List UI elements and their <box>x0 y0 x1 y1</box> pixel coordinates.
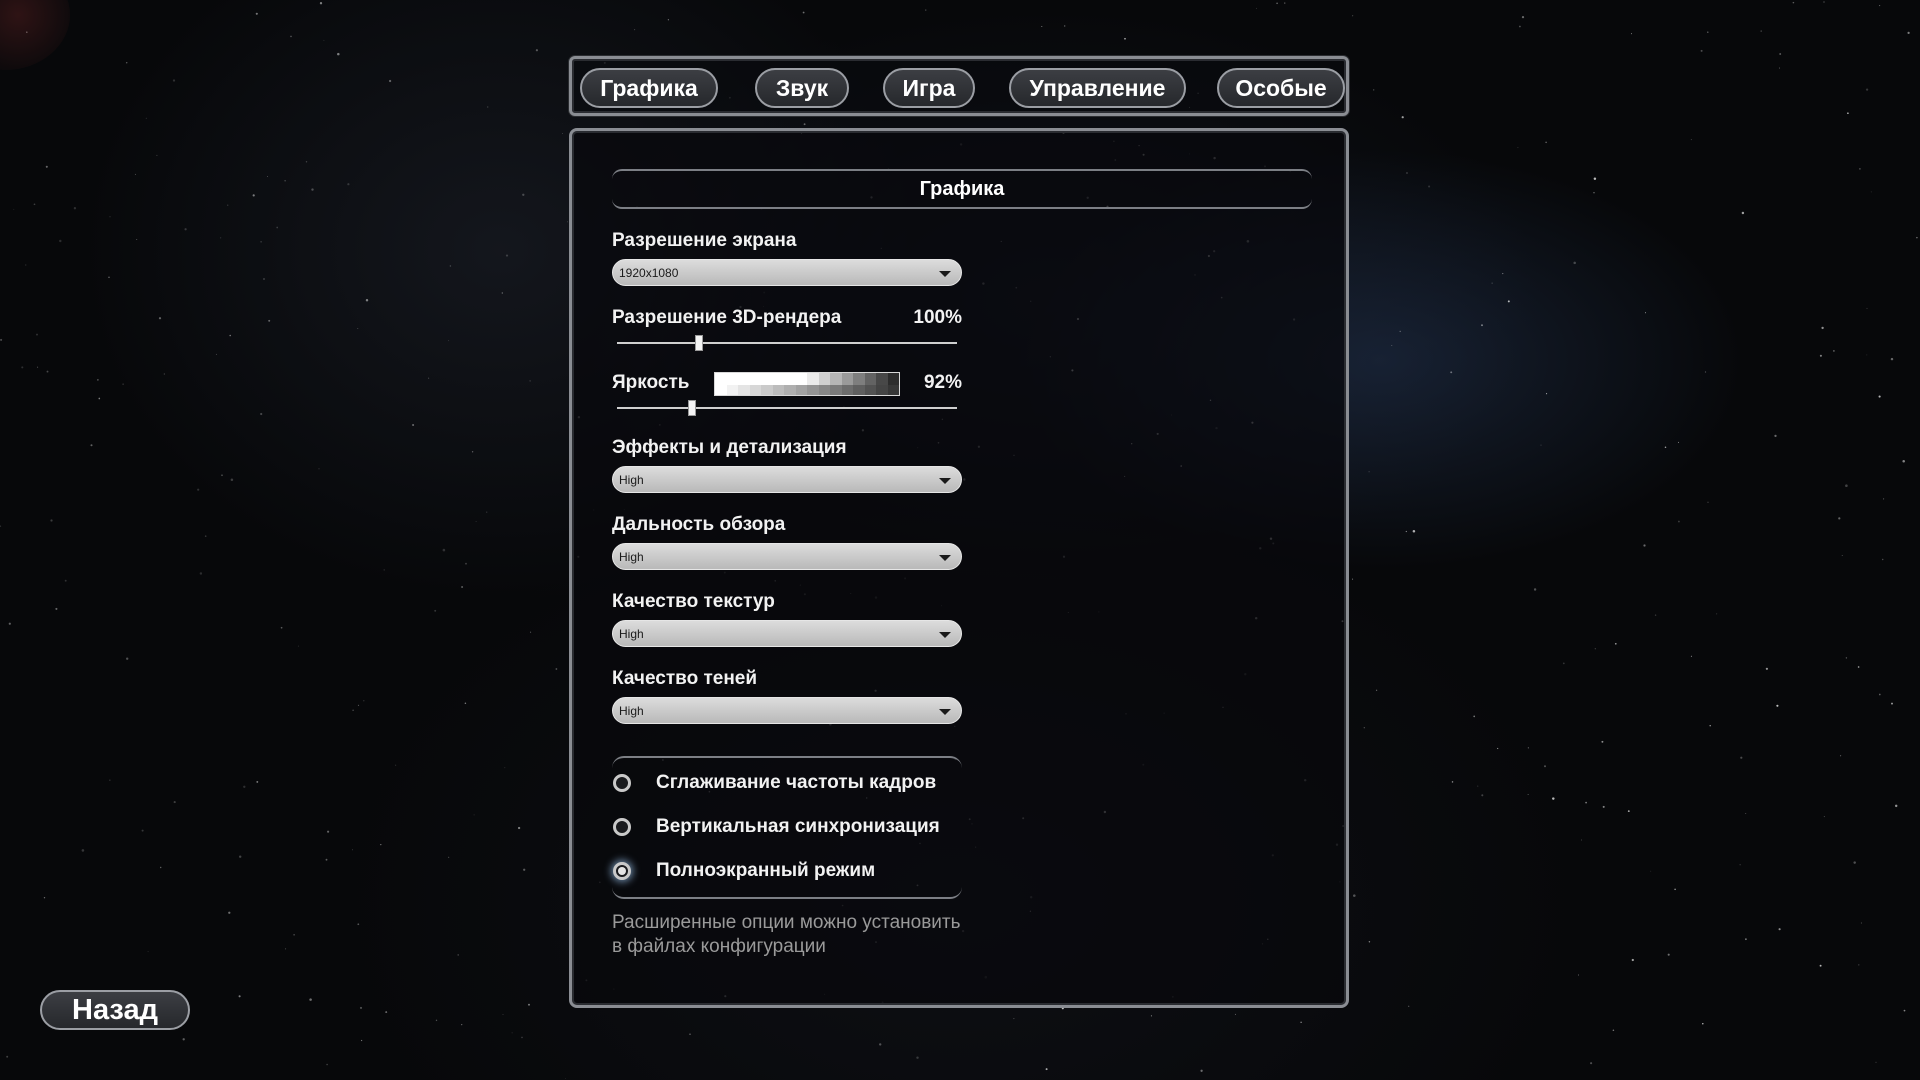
frame-smoothing-toggle[interactable] <box>613 774 631 792</box>
tab-special[interactable]: Особые <box>1217 68 1345 108</box>
slider-track <box>617 407 957 409</box>
screen-resolution-label: Разрешение экрана <box>612 230 797 251</box>
config-note: Расширенные опции можно установить в фай… <box>612 912 961 957</box>
frame-smoothing-label: Сглаживание частоты кадров <box>656 772 937 793</box>
tab-game[interactable]: Игра <box>883 68 975 108</box>
fullscreen-label: Полноэкранный режим <box>656 860 876 881</box>
tab-sound[interactable]: Звук <box>755 68 849 108</box>
vsync-toggle[interactable] <box>613 818 631 836</box>
screen-resolution-dropdown[interactable]: 1920x1080 <box>612 259 962 286</box>
slider-track <box>617 342 957 344</box>
texture-quality-value: High <box>619 626 644 641</box>
slider-handle[interactable] <box>687 400 696 416</box>
frame-smoothing-option[interactable]: Сглаживание частоты кадров <box>612 768 936 798</box>
tab-graphics[interactable]: Графика <box>580 68 718 108</box>
texture-quality-label: Качество текстур <box>612 591 775 612</box>
render-resolution-value: 100% <box>913 307 962 328</box>
effects-label: Эффекты и детализация <box>612 437 847 458</box>
chevron-down-icon <box>939 555 951 561</box>
brightness-value: 92% <box>923 372 962 393</box>
draw-distance-value: High <box>619 549 644 564</box>
brightness-preview <box>714 372 900 396</box>
draw-distance-dropdown[interactable]: High <box>612 543 962 570</box>
effects-dropdown[interactable]: High <box>612 466 962 493</box>
vsync-label: Вертикальная синхронизация <box>656 816 940 837</box>
slider-handle[interactable] <box>694 335 703 351</box>
fullscreen-toggle[interactable] <box>613 862 631 880</box>
screen-resolution-value: 1920x1080 <box>619 265 679 280</box>
render-resolution-label: Разрешение 3D-рендера <box>612 307 842 328</box>
chevron-down-icon <box>939 271 951 277</box>
draw-distance-label: Дальность обзора <box>612 514 786 535</box>
brightness-slider[interactable] <box>617 399 957 417</box>
brightness-white-bar <box>715 373 807 385</box>
effects-value: High <box>619 472 644 487</box>
shadow-quality-value: High <box>619 703 644 718</box>
back-button[interactable]: Назад <box>40 990 190 1030</box>
section-title: Графика <box>612 169 1312 209</box>
chevron-down-icon <box>939 632 951 638</box>
vsync-option[interactable]: Вертикальная синхронизация <box>612 812 940 842</box>
fullscreen-option[interactable]: Полноэкранный режим <box>612 856 875 886</box>
tabs-bar: Графика Звук Игра Управление Особые <box>569 56 1349 116</box>
tab-controls[interactable]: Управление <box>1009 68 1186 108</box>
graphics-settings-panel: Графика Разрешение экрана 1920x1080 Разр… <box>569 128 1349 1008</box>
chevron-down-icon <box>939 478 951 484</box>
shadow-quality-dropdown[interactable]: High <box>612 697 962 724</box>
shadow-quality-label: Качество теней <box>612 668 758 689</box>
chevron-down-icon <box>939 709 951 715</box>
render-resolution-slider[interactable] <box>617 334 957 352</box>
brightness-label: Яркость <box>612 372 690 393</box>
brightness-gradient-bottom <box>715 385 899 395</box>
texture-quality-dropdown[interactable]: High <box>612 620 962 647</box>
options-screen: Графика Звук Игра Управление Особые Граф… <box>0 0 1920 1080</box>
